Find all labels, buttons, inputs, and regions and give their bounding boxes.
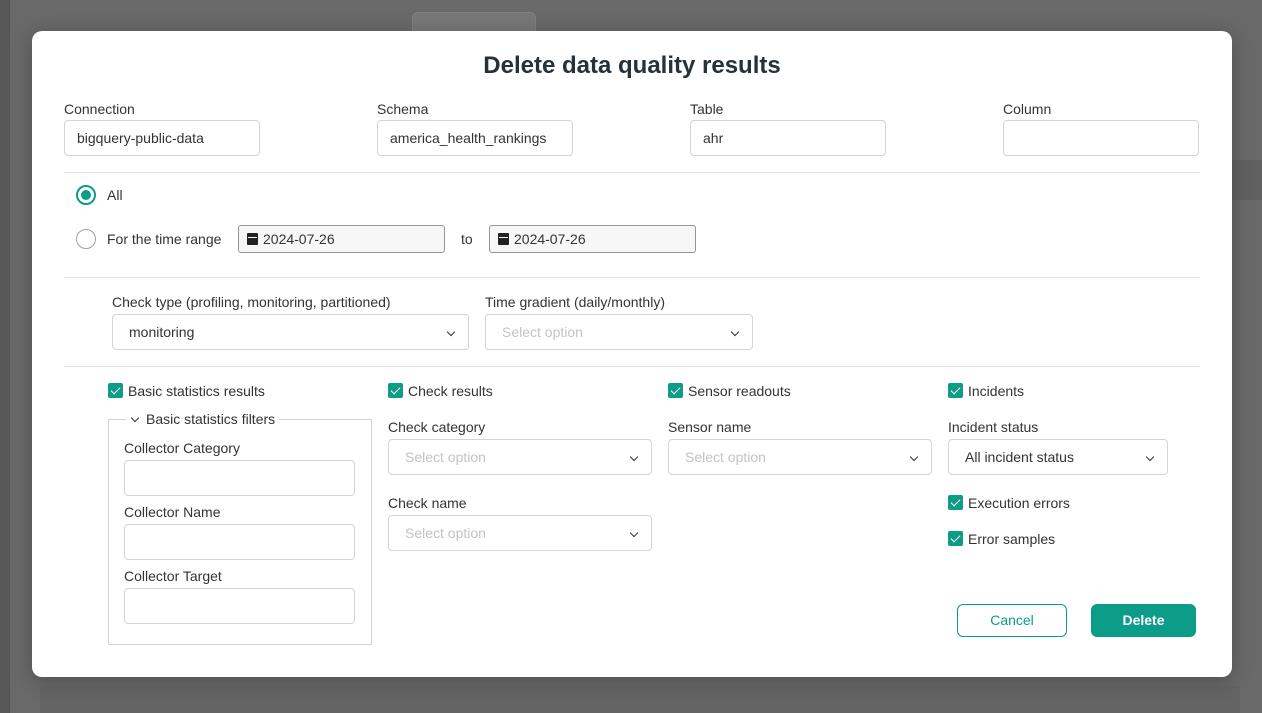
execution-errors-label: Execution errors [968, 495, 1070, 511]
all-radio[interactable] [76, 185, 96, 205]
incidents-label: Incidents [968, 383, 1025, 399]
sensor-name-select[interactable]: Select option [668, 439, 932, 475]
table-label: Table [690, 101, 724, 117]
check-category-select[interactable]: Select option [388, 439, 652, 475]
basic-statistics-checkbox[interactable] [108, 383, 123, 398]
incident-status-select[interactable]: All incident status [948, 439, 1168, 475]
column-label: Column [1003, 101, 1052, 117]
chevron-down-icon [1145, 452, 1155, 462]
divider [64, 172, 1200, 173]
incidents-checkbox[interactable] [948, 383, 963, 398]
check-name-label: Check name [388, 495, 467, 511]
connection-field[interactable]: bigquery-public-data [64, 120, 260, 156]
calendar-icon [247, 233, 258, 245]
sensor-name-label: Sensor name [668, 419, 752, 435]
check-name-select[interactable]: Select option [388, 515, 652, 551]
chevron-down-icon [130, 413, 140, 423]
collector-target-field[interactable] [124, 588, 355, 624]
check-results-label: Check results [408, 383, 493, 399]
connection-label: Connection [64, 101, 135, 117]
check-category-label: Check category [388, 419, 486, 435]
to-label: to [461, 231, 473, 247]
chevron-down-icon [730, 327, 740, 337]
from-date-input[interactable]: 2024-07-26 [238, 225, 445, 253]
schema-field[interactable]: america_health_rankings [377, 120, 573, 156]
collector-category-label: Collector Category [124, 440, 240, 456]
check-type-label: Check type (profiling, monitoring, parti… [112, 294, 391, 310]
check-category-placeholder: Select option [405, 449, 486, 465]
error-samples-checkbox[interactable] [948, 531, 963, 546]
calendar-icon [498, 233, 509, 245]
from-date-value: 2024-07-26 [263, 231, 335, 247]
sensor-readouts-label: Sensor readouts [688, 383, 791, 399]
basic-statistics-filters-legend: Basic statistics filters [146, 411, 276, 427]
chevron-down-icon [446, 327, 456, 337]
table-field[interactable]: ahr [690, 120, 886, 156]
check-results-checkbox[interactable] [388, 383, 403, 398]
sensor-name-placeholder: Select option [685, 449, 766, 465]
check-type-value: monitoring [129, 324, 195, 340]
collector-name-label: Collector Name [124, 504, 221, 520]
sensor-readouts-checkbox[interactable] [668, 383, 683, 398]
chevron-down-icon [629, 452, 639, 462]
time-gradient-label: Time gradient (daily/monthly) [485, 294, 665, 310]
delete-button[interactable]: Delete [1091, 604, 1196, 637]
execution-errors-checkbox[interactable] [948, 495, 963, 510]
delete-results-dialog: Delete data quality results Connection b… [32, 31, 1232, 677]
time-range-radio[interactable] [76, 229, 96, 249]
all-radio-label: All [107, 187, 123, 203]
incident-status-label: Incident status [948, 419, 1039, 435]
to-date-input[interactable]: 2024-07-26 [489, 225, 696, 253]
check-name-placeholder: Select option [405, 525, 486, 541]
dialog-title: Delete data quality results [483, 52, 781, 79]
chevron-down-icon [909, 452, 919, 462]
error-samples-label: Error samples [968, 531, 1056, 547]
cancel-button[interactable]: Cancel [957, 604, 1067, 637]
to-date-value: 2024-07-26 [514, 231, 586, 247]
time-gradient-placeholder: Select option [502, 324, 583, 340]
time-gradient-select[interactable]: Select option [485, 314, 753, 350]
schema-label: Schema [377, 101, 429, 117]
column-field[interactable] [1003, 120, 1199, 156]
check-type-select[interactable]: monitoring [112, 314, 469, 350]
chevron-down-icon [629, 528, 639, 538]
time-range-label: For the time range [107, 231, 222, 247]
basic-statistics-label: Basic statistics results [128, 383, 265, 399]
collector-target-label: Collector Target [124, 568, 222, 584]
collector-category-field[interactable] [124, 460, 355, 496]
collector-name-field[interactable] [124, 524, 355, 560]
basic-statistics-filters-toggle[interactable]: Basic statistics filters [126, 411, 280, 427]
incident-status-value: All incident status [965, 449, 1074, 465]
divider [64, 277, 1200, 278]
divider [64, 366, 1200, 367]
